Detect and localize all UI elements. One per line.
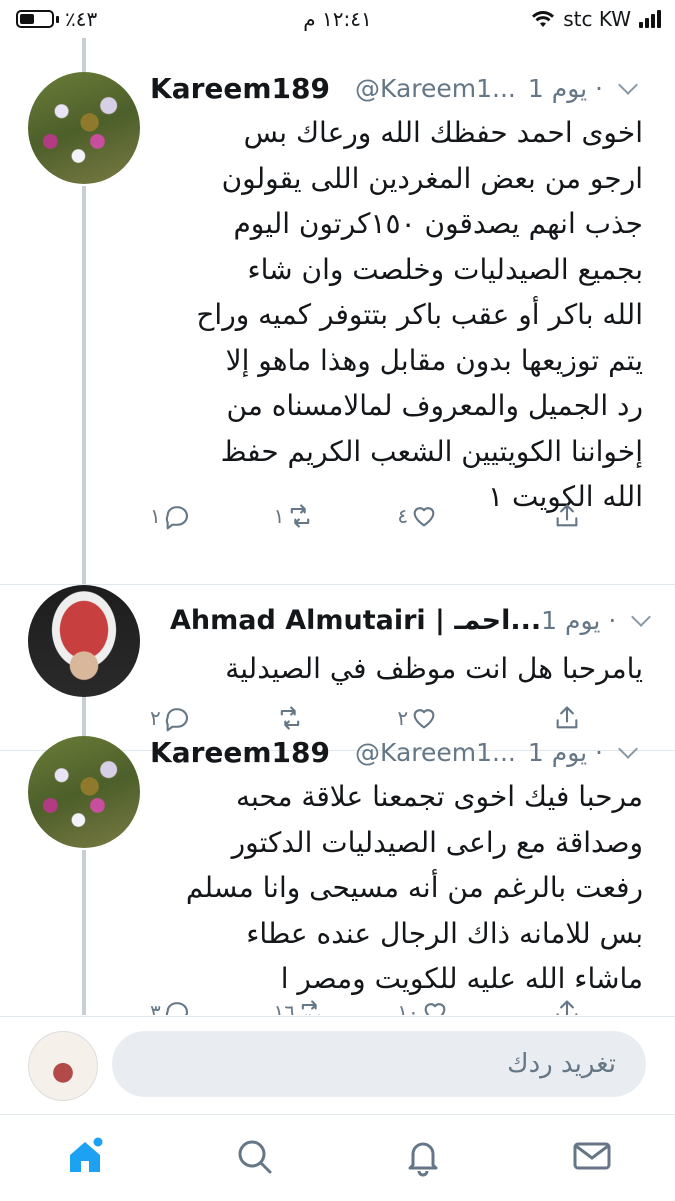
- like-count: ٢: [397, 706, 409, 730]
- tweet-line: بجميع الصيدليات وخلصت وان شاء: [247, 252, 643, 286]
- tweet-line: اخوى احمد حفظك الله ورعاك بس: [243, 116, 643, 149]
- tweet-line: جذب انهم يصدقون ١٥٠كرتون اليوم: [233, 207, 643, 240]
- retweet-count: ١: [273, 504, 285, 528]
- tweet-meta: @Kareem1... 1 يوم ·: [355, 73, 638, 103]
- share-icon: [556, 1000, 578, 1015]
- chevron-down-icon[interactable]: [618, 739, 638, 759]
- tab-messages[interactable]: [571, 1135, 613, 1177]
- reply-icon: [165, 708, 188, 732]
- retweet-button[interactable]: ١: [274, 502, 334, 530]
- tweet-line: رد الجميل والمعروف لمالامسناه من: [226, 389, 644, 422]
- share-button[interactable]: [521, 704, 581, 732]
- tab-home[interactable]: [64, 1135, 106, 1177]
- display-name[interactable]: Kareem189: [150, 72, 330, 105]
- retweet-button[interactable]: ١٦: [274, 998, 334, 1015]
- flowers-avatar-icon[interactable]: [28, 72, 140, 184]
- retweet-count: ١٦: [273, 1000, 296, 1015]
- reply-count: ٣: [150, 1000, 161, 1015]
- tweet-actions: ١ ١ ٤: [150, 502, 581, 530]
- heart-icon: [413, 709, 435, 729]
- like-button[interactable]: ٤: [397, 502, 457, 530]
- heart-icon: [413, 507, 435, 527]
- tweet-line: يتم توزيعها بدون مقابل وهذا ماهو إلا: [225, 343, 643, 377]
- display-name[interactable]: Ahmad Almutairi | احمـ...: [170, 605, 541, 636]
- tweet-text: مرحبا فيك اخوى تجمعنا علاقة محبه وصداقة …: [150, 774, 643, 1002]
- share-button[interactable]: [521, 998, 581, 1015]
- user-avatar[interactable]: [28, 1031, 98, 1101]
- reply-composer: تغريد ردك: [0, 1016, 675, 1115]
- notifications-icon: [408, 1142, 438, 1177]
- tweet-meta: @Kareem1... 1 يوم ·: [355, 737, 638, 767]
- search-icon: [238, 1140, 272, 1174]
- tweet[interactable]: Ahmad Almutairi | احمـ... 1 يوم · يامرحب…: [0, 585, 675, 735]
- tweet-header: Kareem189 @Kareem1... 1 يوم ·: [150, 734, 638, 770]
- network-indicator: stc KW: [531, 7, 661, 31]
- tweet-line: بس للامانه ذاك الرجال عنده عطاء: [246, 916, 643, 950]
- like-button[interactable]: ١٠: [397, 998, 457, 1015]
- retweet-icon: [280, 706, 299, 730]
- reply-input[interactable]: تغريد ردك: [112, 1031, 646, 1097]
- handle: @Kareem1...: [355, 73, 516, 103]
- tweet-line: إخواننا الكويتيين الشعب الكريم حفظ: [220, 434, 643, 468]
- wifi-icon: [532, 11, 555, 27]
- tweet-actions: ٣ ١٦ ١٠: [150, 998, 581, 1015]
- tweet-text: يامرحبا هل انت موظف في الصيدلية: [150, 646, 643, 692]
- display-name[interactable]: Kareem189: [150, 736, 330, 769]
- share-icon: [556, 504, 578, 527]
- tweet-line: ارجو من بعض المغردين اللى يقولون: [221, 161, 643, 195]
- reply-icon: [165, 506, 188, 530]
- tab-notifications[interactable]: [402, 1135, 444, 1177]
- retweet-button[interactable]: [274, 704, 334, 732]
- messages-icon: [573, 1142, 611, 1170]
- share-icon: [556, 706, 578, 729]
- like-count: ٤: [397, 504, 409, 528]
- chevron-down-icon[interactable]: [618, 75, 638, 95]
- retweet-icon: [291, 504, 310, 528]
- tweet[interactable]: Kareem189 @Kareem1... 1 يوم · اخوى احمد …: [0, 38, 675, 584]
- timestamp: 1 يوم ·: [527, 737, 603, 767]
- timestamp: 1 يوم ·: [527, 73, 603, 103]
- reply-icon: [165, 1002, 188, 1015]
- reply-button[interactable]: ١: [150, 502, 210, 530]
- share-button[interactable]: [521, 502, 581, 530]
- reply-button[interactable]: ٣: [150, 998, 210, 1015]
- person-avatar-icon[interactable]: [28, 585, 140, 697]
- tweet-thread[interactable]: Kareem189 @Kareem1... 1 يوم · اخوى احمد …: [0, 38, 675, 1015]
- tweet-header: Kareem189 @Kareem1... 1 يوم ·: [150, 70, 638, 106]
- status-bar: ٪٤٣ ١٢:٤١ م stc KW: [0, 0, 675, 38]
- carrier-label: stc KW: [563, 7, 631, 31]
- tweet[interactable]: Kareem189 @Kareem1... 1 يوم · مرحبا فيك …: [0, 736, 675, 1015]
- tab-search[interactable]: [233, 1135, 275, 1177]
- tweet-line: الله باكر أو عقب باكر بتتوفر كميه وراح: [196, 298, 643, 331]
- tweet-text: اخوى احمد حفظك الله ورعاك بس ارجو من بعض…: [150, 110, 643, 520]
- like-count: ١٠: [397, 1000, 419, 1015]
- heart-icon: [424, 1003, 446, 1015]
- signal-icon: [639, 10, 661, 28]
- like-button[interactable]: ٢: [397, 704, 457, 732]
- reply-count: ٢: [150, 706, 161, 730]
- home-icon: [70, 1137, 103, 1172]
- retweet-icon: [301, 1000, 321, 1015]
- handle: @Kareem1...: [355, 737, 516, 767]
- reply-button[interactable]: ٢: [150, 704, 210, 732]
- tweet-header: Ahmad Almutairi | احمـ... 1 يوم ·: [170, 602, 652, 638]
- reply-count: ١: [150, 504, 161, 528]
- tweet-line: مرحبا فيك اخوى تجمعنا علاقة محبه: [235, 780, 643, 813]
- timestamp: 1 يوم ·: [541, 605, 617, 635]
- chevron-down-icon[interactable]: [631, 607, 652, 627]
- flowers-avatar-icon[interactable]: [28, 736, 140, 848]
- tweet-line: رفعت بالرغم من أنه مسيحى وانا مسلم: [185, 871, 643, 904]
- tweet-meta: 1 يوم ·: [541, 605, 652, 635]
- tweet-actions: ٢ ٢: [150, 704, 581, 732]
- tweet-line: وصداقة مع راعى الصيدليات الدكتور: [231, 825, 643, 859]
- tweet-line: يامرحبا هل انت موظف في الصيدلية: [225, 652, 643, 685]
- tweet-line: ماشاء الله عليه للكويت ومصر ا: [280, 962, 643, 995]
- tab-bar: [0, 1114, 675, 1201]
